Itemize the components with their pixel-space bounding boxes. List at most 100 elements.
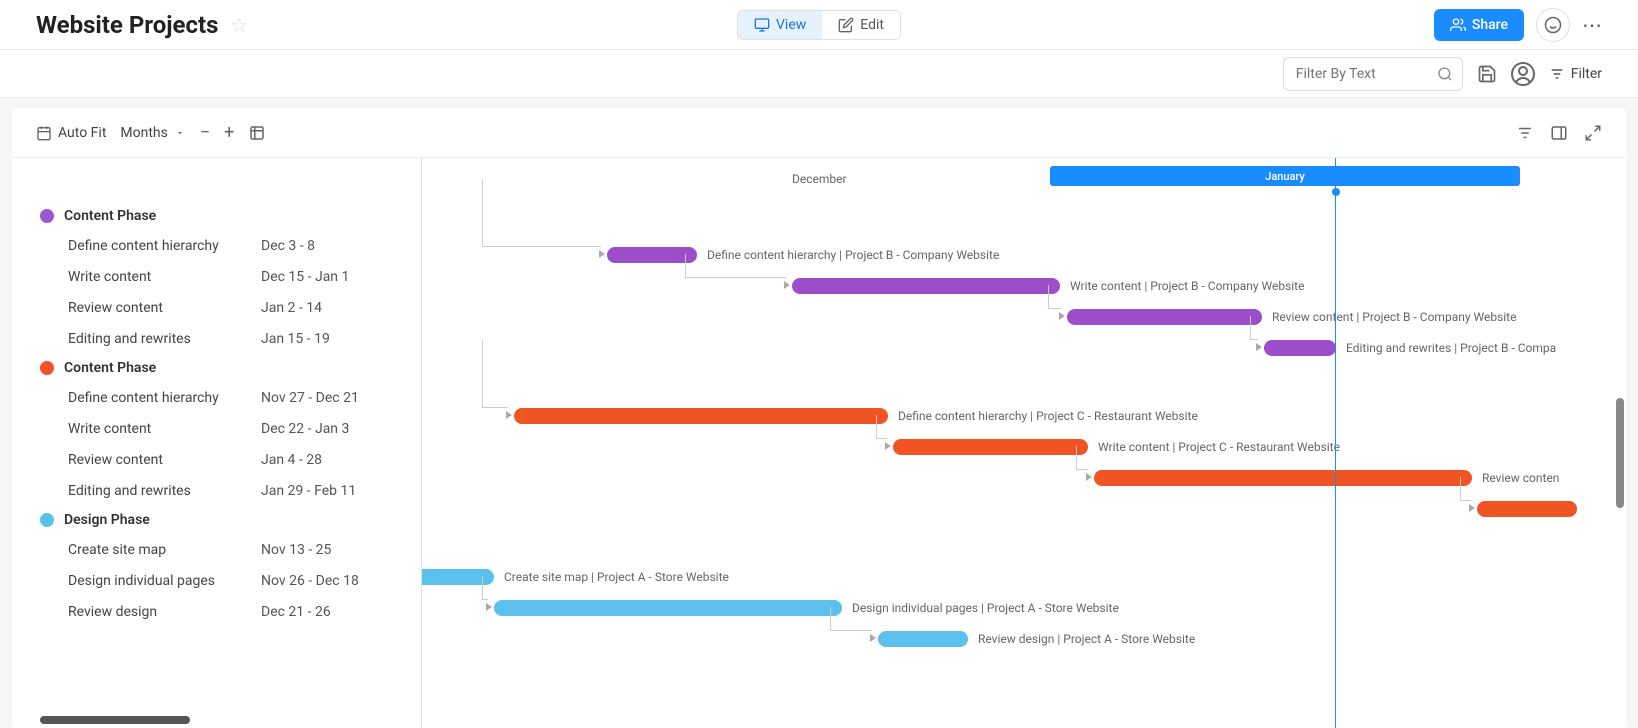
dependency-line (482, 179, 601, 247)
phase-name: Content Phase (64, 208, 156, 224)
gantt-bar[interactable] (1094, 470, 1472, 486)
edit-tab-label: Edit (860, 17, 884, 33)
gantt-bar-label: Define content hierarchy | Project C - R… (898, 409, 1198, 423)
gantt-bar-label: Review conten (1482, 471, 1559, 485)
header-bar: Website Projects ☆ View Edit Share ⋯ (0, 0, 1638, 50)
panel-icon[interactable] (1550, 124, 1568, 142)
gantt-bar[interactable] (878, 631, 968, 647)
task-row[interactable]: Review contentJan 4 - 28 (12, 444, 421, 475)
auto-fit-label: Auto Fit (58, 125, 106, 141)
gantt-bar[interactable] (1264, 340, 1336, 356)
gantt-bar[interactable] (607, 247, 697, 263)
gantt-row: Create site map | Project A - Store Webs… (422, 561, 1626, 592)
more-menu-icon[interactable]: ⋯ (1582, 13, 1602, 37)
share-label: Share (1472, 17, 1508, 33)
timescale-dropdown[interactable]: Months (120, 125, 185, 141)
month-label-dec: December (792, 172, 847, 186)
gantt-bar-label: Design individual pages | Project A - St… (852, 601, 1119, 615)
smile-icon (1544, 16, 1562, 34)
gantt-row: Review content | Project B - Company Web… (422, 301, 1626, 332)
gantt-row: Write content | Project B - Company Webs… (422, 270, 1626, 301)
month-jan-text: January (1265, 170, 1305, 183)
task-row[interactable]: Editing and rewritesJan 29 - Feb 11 (12, 475, 421, 506)
filter-text-input[interactable] (1283, 57, 1463, 91)
gantt-toolbar: Auto Fit Months − + (12, 108, 1626, 158)
gantt-bar[interactable] (494, 600, 842, 616)
gantt-row: Define content hierarchy | Project B - C… (422, 239, 1626, 270)
export-icon[interactable] (248, 124, 266, 142)
task-row[interactable]: Editing and rewritesJan 15 - 19 (12, 323, 421, 354)
save-icon[interactable] (1477, 64, 1497, 84)
horizontal-scrollbar[interactable] (40, 716, 190, 724)
gantt-bar-label: Write content | Project C - Restaurant W… (1098, 440, 1340, 454)
gantt-bar[interactable] (792, 278, 1060, 294)
task-name: Write content (68, 421, 261, 437)
gantt-bar[interactable] (893, 439, 1088, 455)
task-dates: Jan 15 - 19 (261, 331, 391, 347)
timeline-header: December January (422, 158, 1626, 202)
task-dates: Nov 26 - Dec 18 (261, 573, 391, 589)
task-dates: Dec 22 - Jan 3 (261, 421, 391, 437)
header-actions: Share ⋯ (1434, 8, 1602, 42)
view-tab-label: View (776, 17, 806, 33)
task-name: Editing and rewrites (68, 483, 261, 499)
user-avatar-icon[interactable] (1511, 62, 1535, 86)
gantt-row (422, 493, 1626, 524)
task-name: Design individual pages (68, 573, 261, 589)
task-row[interactable]: Design individual pagesNov 26 - Dec 18 (12, 565, 421, 596)
task-row[interactable]: Write contentDec 22 - Jan 3 (12, 413, 421, 444)
task-name: Review design (68, 604, 261, 620)
task-row[interactable]: Review designDec 21 - 26 (12, 596, 421, 627)
zoom-out-button[interactable]: − (200, 122, 210, 143)
gantt-chart-area[interactable]: December January Define content hierarch… (422, 158, 1626, 728)
filter-label: Filter (1571, 66, 1602, 82)
phase-color-dot (40, 513, 54, 527)
gantt-bar-label: Review design | Project A - Store Websit… (978, 632, 1195, 646)
zoom-in-button[interactable]: + (224, 122, 234, 143)
task-row[interactable]: Define content hierarchyDec 3 - 8 (12, 230, 421, 261)
task-dates: Dec 21 - 26 (261, 604, 391, 620)
emoji-button[interactable] (1536, 8, 1570, 42)
subheader-bar: Filter (0, 50, 1638, 98)
phase-color-dot (40, 361, 54, 375)
view-tab[interactable]: View (738, 11, 822, 39)
task-row[interactable]: Define content hierarchyNov 27 - Dec 21 (12, 382, 421, 413)
task-name: Review content (68, 300, 261, 316)
task-dates: Dec 15 - Jan 1 (261, 269, 391, 285)
task-name: Review content (68, 452, 261, 468)
people-icon (1450, 17, 1466, 33)
task-row[interactable]: Create site mapNov 13 - 25 (12, 534, 421, 565)
gantt-container: Content Phase Define content hierarchyDec… (12, 158, 1626, 728)
share-button[interactable]: Share (1434, 9, 1524, 41)
filter-button[interactable]: Filter (1549, 66, 1602, 82)
phase-header[interactable]: Content Phase (12, 354, 421, 382)
task-name: Create site map (68, 542, 261, 558)
vertical-scrollbar[interactable] (1616, 398, 1624, 508)
expand-icon[interactable] (1584, 124, 1602, 142)
phase-header[interactable]: Content Phase (12, 202, 421, 230)
phase-header[interactable]: Design Phase (12, 506, 421, 534)
phase-color-dot (40, 209, 54, 223)
edit-tab[interactable]: Edit (822, 11, 900, 39)
task-dates: Nov 13 - 25 (261, 542, 391, 558)
task-sidebar: Content Phase Define content hierarchyDec… (12, 158, 422, 728)
auto-fit-button[interactable]: Auto Fit (36, 125, 106, 141)
settings-filter-icon[interactable] (1516, 124, 1534, 142)
favorite-star-icon[interactable]: ☆ (230, 13, 248, 37)
task-row[interactable]: Write contentDec 15 - Jan 1 (12, 261, 421, 292)
gantt-bar[interactable] (1067, 309, 1262, 325)
task-name: Editing and rewrites (68, 331, 261, 347)
gantt-bar-label: Create site map | Project A - Store Webs… (504, 570, 729, 584)
phase-name: Design Phase (64, 512, 150, 528)
gantt-bar-label: Review content | Project B - Company Web… (1272, 310, 1516, 324)
gantt-row: Review design | Project A - Store Websit… (422, 623, 1626, 654)
task-row[interactable]: Review contentJan 2 - 14 (12, 292, 421, 323)
gantt-bar[interactable] (1477, 501, 1577, 517)
gantt-bar[interactable] (514, 408, 888, 424)
calendar-icon (36, 125, 52, 141)
filter-input-wrap (1283, 57, 1463, 91)
dependency-line (482, 340, 508, 408)
task-dates: Jan 29 - Feb 11 (261, 483, 391, 499)
phase-name: Content Phase (64, 360, 156, 376)
gantt-row: Design individual pages | Project A - St… (422, 592, 1626, 623)
